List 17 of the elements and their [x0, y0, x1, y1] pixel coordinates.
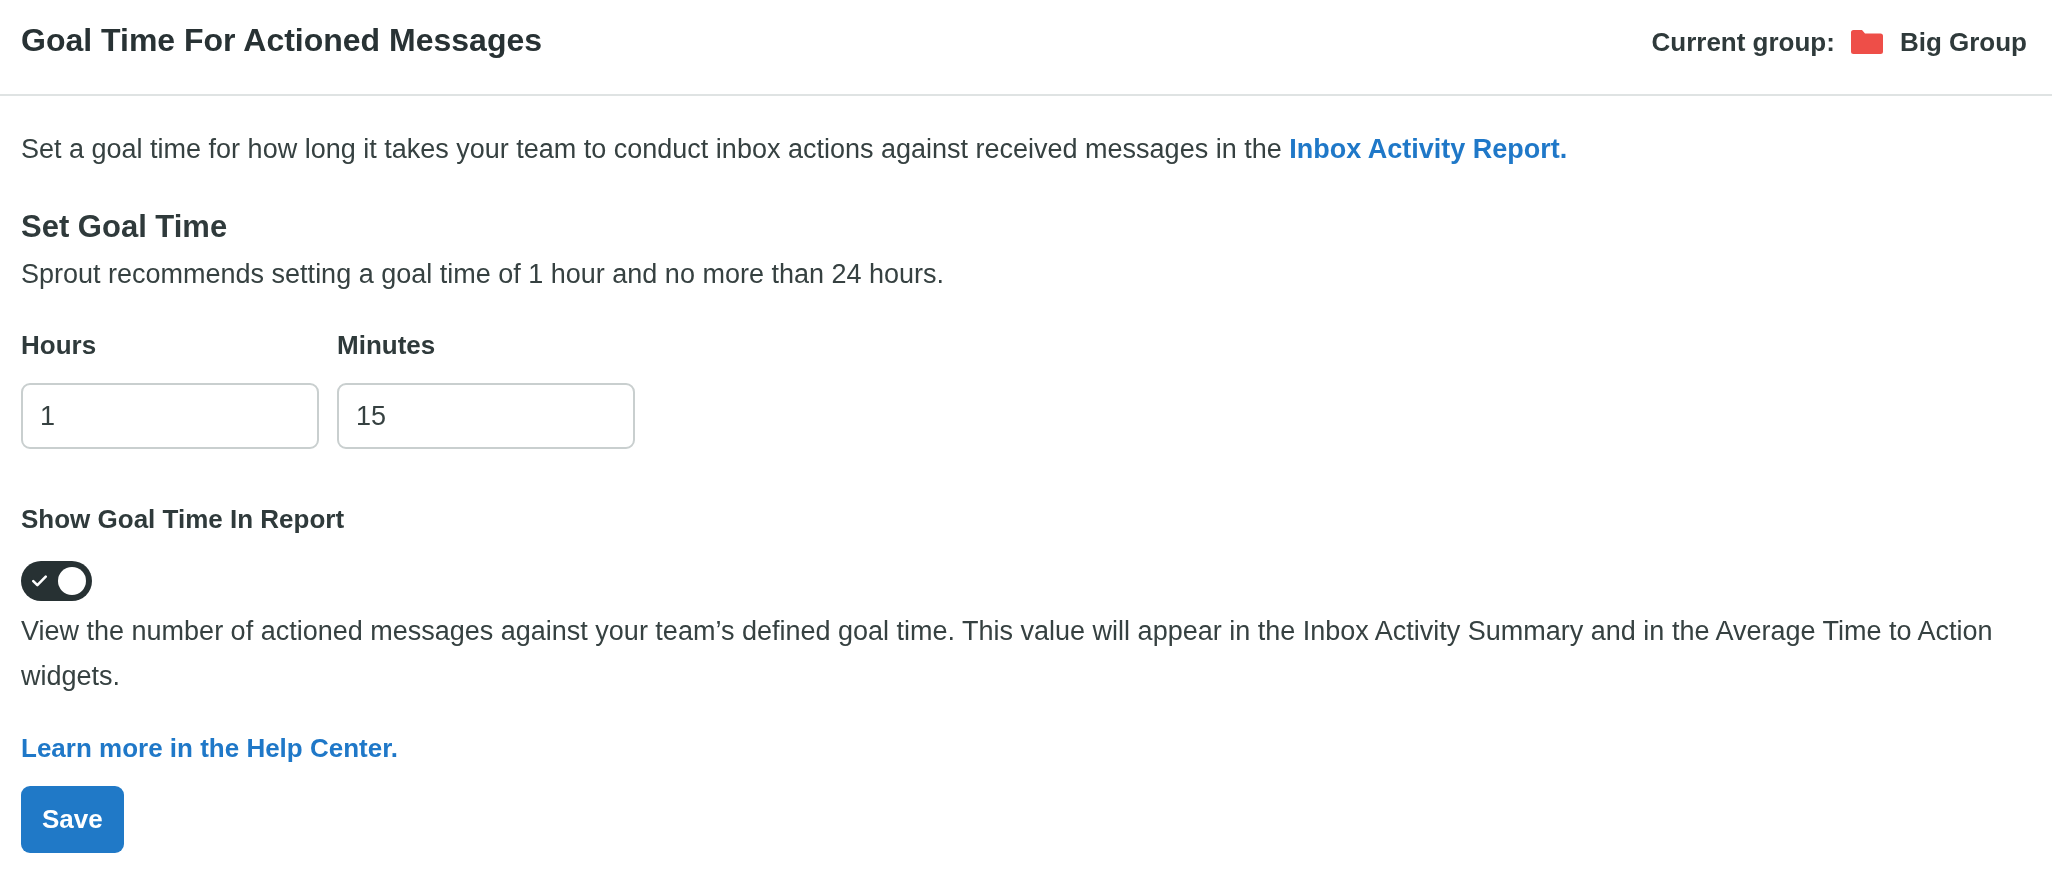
description-text: View the number of actioned messages against your team’s defined goal time. This value will appear in the Inbox Activity Summary and in the Average Time to Action widgets. [21, 615, 1994, 693]
report-link[interactable]: Inbox Activity Report. [1289, 134, 1568, 164]
setting-label: Show Goal Time In Report [21, 503, 346, 536]
group-name: Big Group [1899, 25, 2027, 59]
group-label: Current group: [1651, 25, 1835, 59]
field-label: Hours [21, 329, 97, 362]
check-icon [32, 575, 47, 587]
help-link[interactable]: Learn more in the Help Center. [21, 733, 399, 763]
section-title: Set Goal Time [21, 209, 229, 245]
save-button[interactable]: Save [21, 786, 124, 853]
toggle-switch[interactable] [21, 561, 92, 601]
intro-text: Set a goal time for how long it takes your team to conduct inbox actions against received messages in the Inbox Activity Report. [21, 133, 1569, 166]
input-field[interactable]: 1 [21, 383, 319, 449]
page-title: Goal Time For Actioned Messages [21, 21, 543, 60]
field-label: Minutes [337, 329, 436, 362]
input-field[interactable]: 15 [337, 383, 635, 449]
hint-text: Sprout recommends setting a goal time of 1 hour and no more than 24 hours. [21, 258, 946, 291]
